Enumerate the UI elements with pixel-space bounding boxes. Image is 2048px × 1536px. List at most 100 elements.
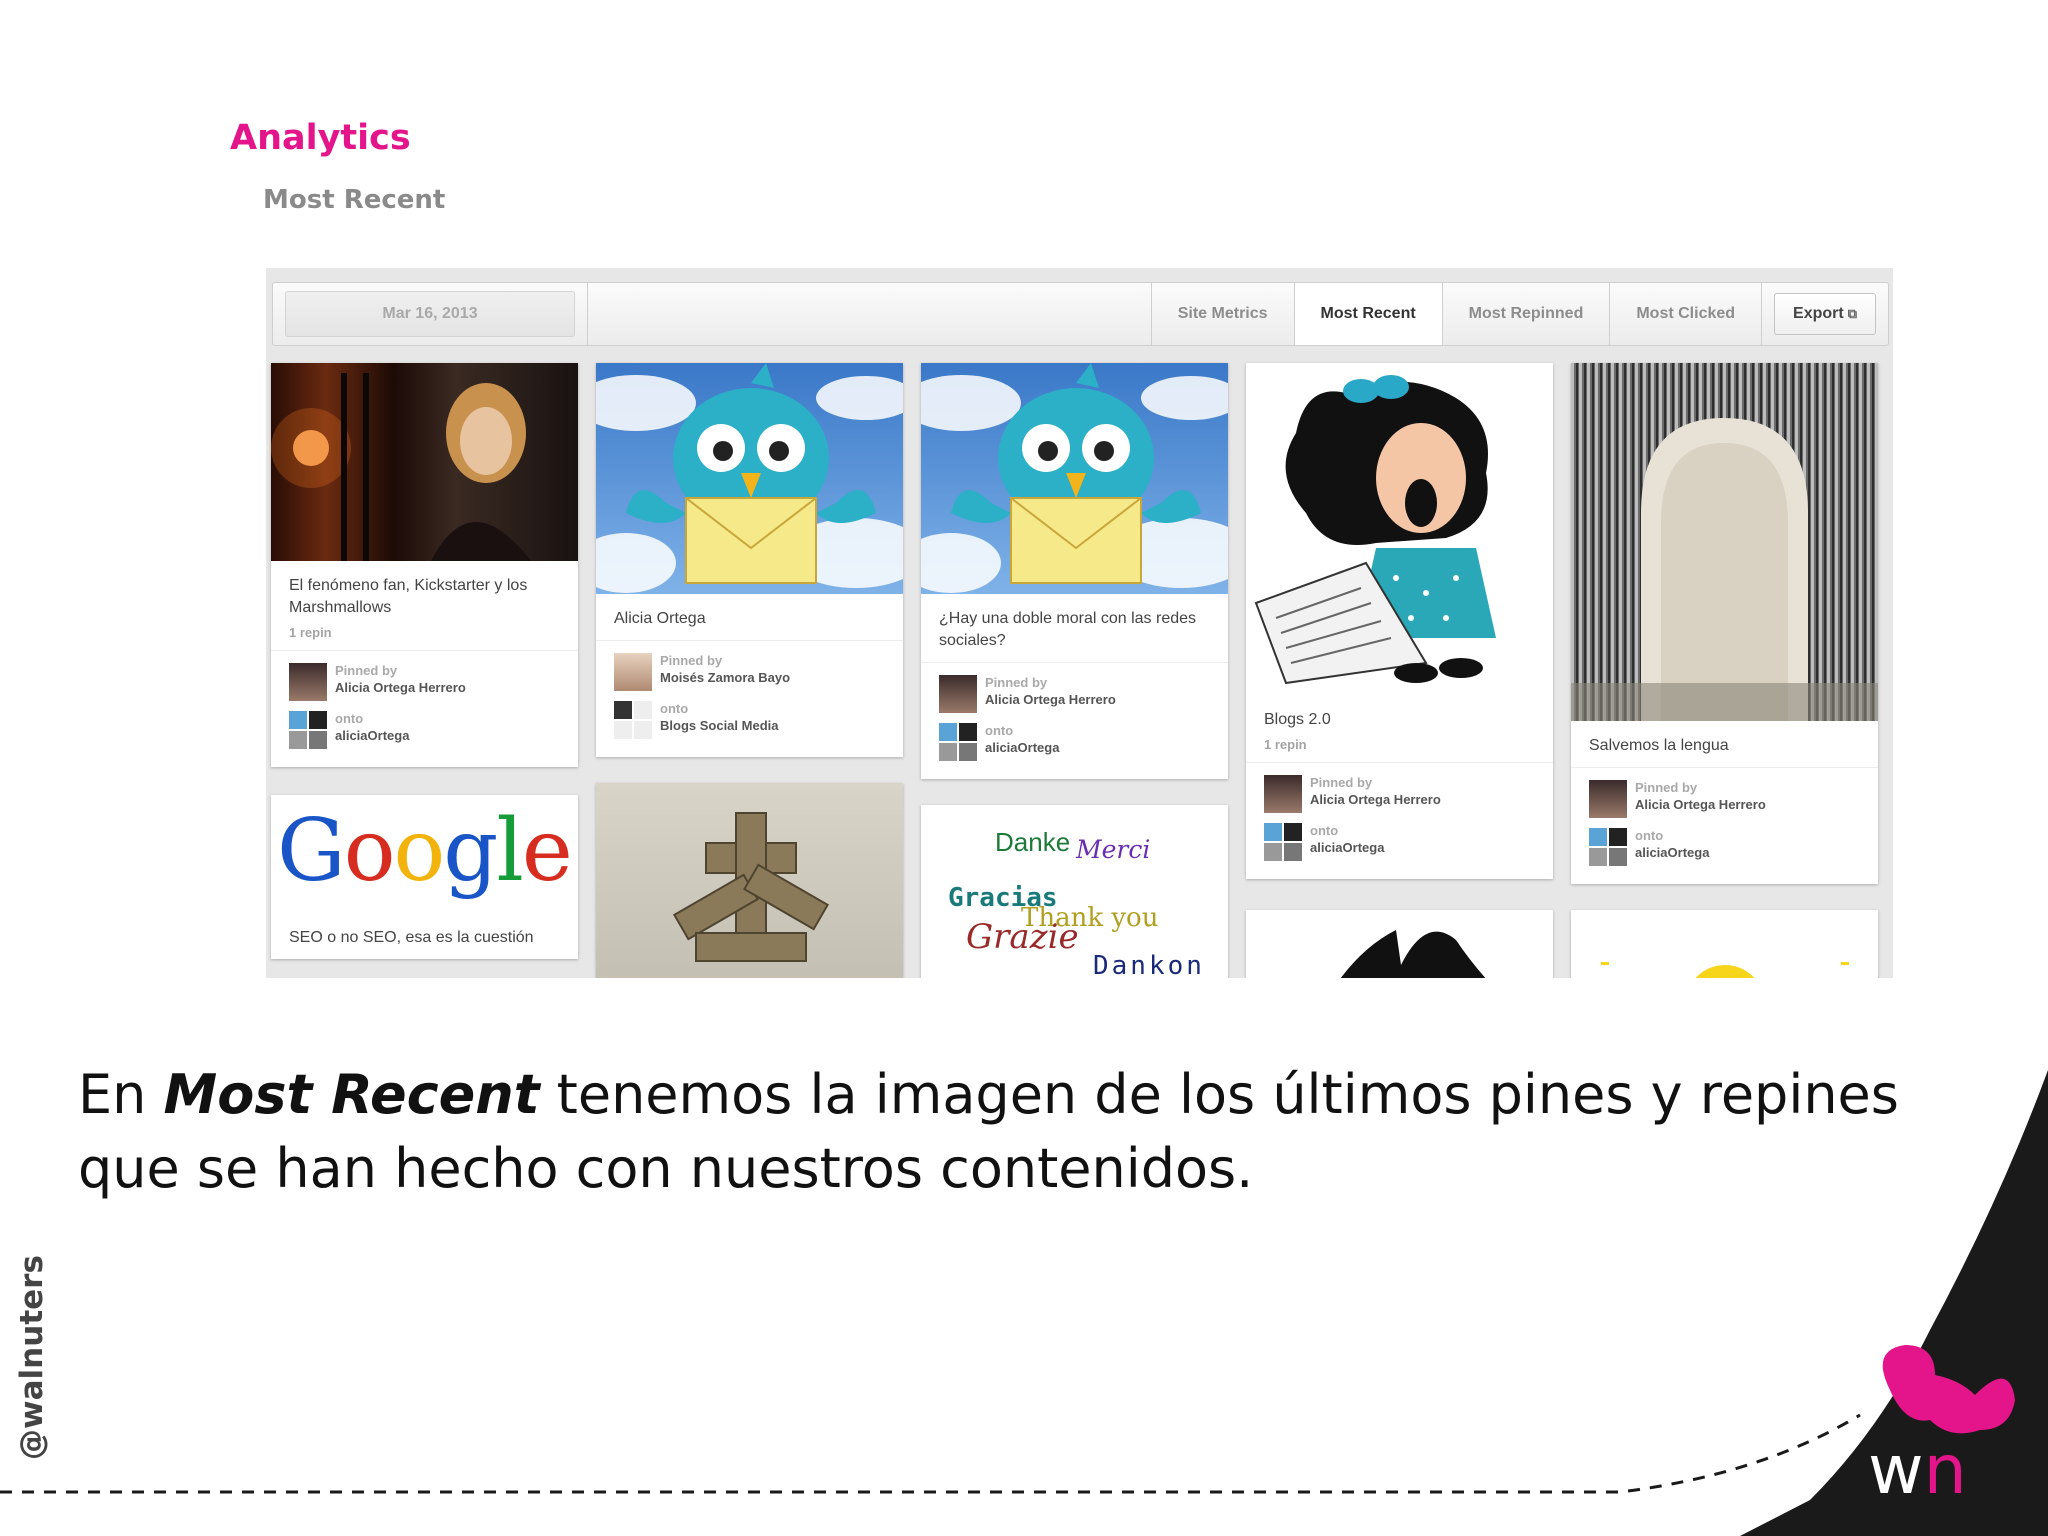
logo-letter: w [1868,1436,1924,1506]
yellow-circle-image [1601,962,1849,978]
pin-card[interactable]: Google SEO o no SEO, esa es la cuestión [271,795,578,959]
tab-most-repinned[interactable]: Most Repinned [1441,283,1610,345]
tab-most-clicked[interactable]: Most Clicked [1609,283,1761,345]
pin-card[interactable] [1246,910,1553,978]
pin-image[interactable] [1571,910,1878,978]
pin-meta: Pinned by Alicia Ortega Herrero onto ali… [271,650,578,767]
toolbar-divider [587,283,588,345]
board-name[interactable]: aliciaOrtega [335,727,409,745]
cartoon-girl-newspaper-image [1254,375,1496,685]
caption-emphasis: Most Recent [163,1063,540,1126]
pin-image[interactable] [1246,363,1553,695]
pin-meta: Pinned by Alicia Ortega Herrero onto ali… [921,662,1228,779]
pinned-by-name[interactable]: Alicia Ortega Herrero [1310,791,1441,809]
twitter-bird-envelope-image [596,363,903,593]
pin-card[interactable] [596,783,903,978]
pin-description: Blogs 2.0 [1264,711,1331,728]
avatar[interactable] [614,653,652,691]
wn-logo: wn [1868,1436,1998,1506]
tab-site-metrics[interactable]: Site Metrics [1150,283,1294,345]
pinned-by-name[interactable]: Alicia Ortega Herrero [335,679,466,697]
onto-row: onto aliciaOrtega [289,711,560,749]
pinned-by-label: Pinned by [335,663,398,678]
onto-label: onto [335,711,364,726]
export-button[interactable]: Export ⧉ [1774,293,1876,335]
external-link-icon: ⧉ [1847,306,1857,321]
onto-row: onto Blogs Social Media [614,701,885,739]
board-name[interactable]: aliciaOrtega [985,739,1059,757]
pin-description: Alicia Ortega [614,610,706,627]
onto-row: onto aliciaOrtega [1589,828,1860,866]
pinned-by-row: Pinned by Moisés Zamora Bayo [614,653,885,691]
logo-letter: n [1923,1436,1967,1506]
avatar[interactable] [1589,780,1627,818]
analytics-screenshot: Mar 16, 2013 Site Metrics Most Recent Mo… [266,268,1893,978]
onto-label: onto [1635,828,1664,843]
pin-image[interactable] [596,363,903,594]
avatar[interactable] [1264,775,1302,813]
avatar[interactable] [289,663,327,701]
pin-meta: Pinned by Moisés Zamora Bayo onto Blogs … [596,640,903,757]
board-thumbnails[interactable] [1264,823,1302,861]
slide-title: Analytics [230,118,411,158]
metal-puzzle-image [672,812,830,962]
pin-card[interactable]: Danke Merci Gracias Thank you Grazie Dan… [921,805,1228,978]
pin-description: El fenómeno fan, Kickstarter y los Marsh… [289,577,528,616]
board-name[interactable]: aliciaOrtega [1635,844,1709,862]
avatar[interactable] [939,675,977,713]
analytics-toolbar: Mar 16, 2013 Site Metrics Most Recent Mo… [272,282,1889,346]
slide-caption: En Most Recent tenemos la imagen de los … [78,1058,1978,1206]
board-thumbnails[interactable] [939,723,977,761]
book-arch-image [1571,363,1878,721]
word-grazie: Grazie [966,917,1079,957]
board-thumbnails[interactable] [1589,828,1627,866]
pinned-by-name[interactable]: Moisés Zamora Bayo [660,669,790,687]
pinned-by-label: Pinned by [1310,775,1373,790]
wn-logo-text: wn [1868,1436,1967,1506]
pin-image[interactable] [921,363,1228,594]
pin-card[interactable]: Blogs 2.0 1 repin Pinned by Alicia Orteg… [1246,363,1553,879]
caption-prefix: En [78,1063,164,1126]
date-picker[interactable]: Mar 16, 2013 [285,291,575,337]
twitter-bird-envelope-image [921,363,1228,593]
pinned-by-row: Pinned by Alicia Ortega Herrero [289,663,560,701]
google-logo-image: Google [277,801,573,901]
pin-card[interactable] [1571,910,1878,978]
pin-meta: Pinned by Alicia Ortega Herrero onto ali… [1571,767,1878,884]
board-thumbnails[interactable] [614,701,652,739]
pin-card[interactable]: Salvemos la lengua Pinned by Alicia Orte… [1571,363,1878,884]
export-label: Export [1793,305,1844,322]
onto-row: onto aliciaOrtega [1264,823,1535,861]
onto-row: onto aliciaOrtega [939,723,1210,761]
pin-image[interactable]: Google [271,795,578,913]
pin-card[interactable]: ¿Hay una doble moral con las redes socia… [921,363,1228,779]
tab-most-recent[interactable]: Most Recent [1293,283,1442,345]
pin-card[interactable]: Alicia Ortega Pinned by Moisés Zamora Ba… [596,363,903,757]
pinned-by-label: Pinned by [985,675,1048,690]
twitter-handle: @walnuters [14,1255,50,1460]
pinned-by-name[interactable]: Alicia Ortega Herrero [1635,796,1766,814]
pinned-by-row: Pinned by Alicia Ortega Herrero [1264,775,1535,813]
pinned-by-name[interactable]: Alicia Ortega Herrero [985,691,1116,709]
pin-image[interactable] [596,783,903,978]
pin-description: SEO o no SEO, esa es la cuestión [289,929,534,946]
pin-image[interactable] [1571,363,1878,721]
pin-card[interactable]: El fenómeno fan, Kickstarter y los Marsh… [271,363,578,767]
export-wrap: Export ⧉ [1761,283,1888,345]
movie-still-image [271,373,531,561]
board-name[interactable]: aliciaOrtega [1310,839,1384,857]
board-name[interactable]: Blogs Social Media [660,717,778,735]
pinned-by-label: Pinned by [1635,780,1698,795]
pin-image[interactable]: Danke Merci Gracias Thank you Grazie Dan… [921,805,1228,978]
silhouette-image [1340,930,1486,978]
board-thumbnails[interactable] [289,711,327,749]
pin-image[interactable] [1246,910,1553,978]
pin-repin-count: 1 repin [1264,737,1307,752]
onto-label: onto [985,723,1014,738]
pin-image[interactable] [271,363,578,561]
analytics-tabs: Site Metrics Most Recent Most Repinned M… [1150,283,1888,345]
dashed-baseline [0,1413,1861,1494]
pinned-by-label: Pinned by [660,653,723,668]
pin-description: Salvemos la lengua [1589,737,1729,754]
onto-label: onto [1310,823,1339,838]
